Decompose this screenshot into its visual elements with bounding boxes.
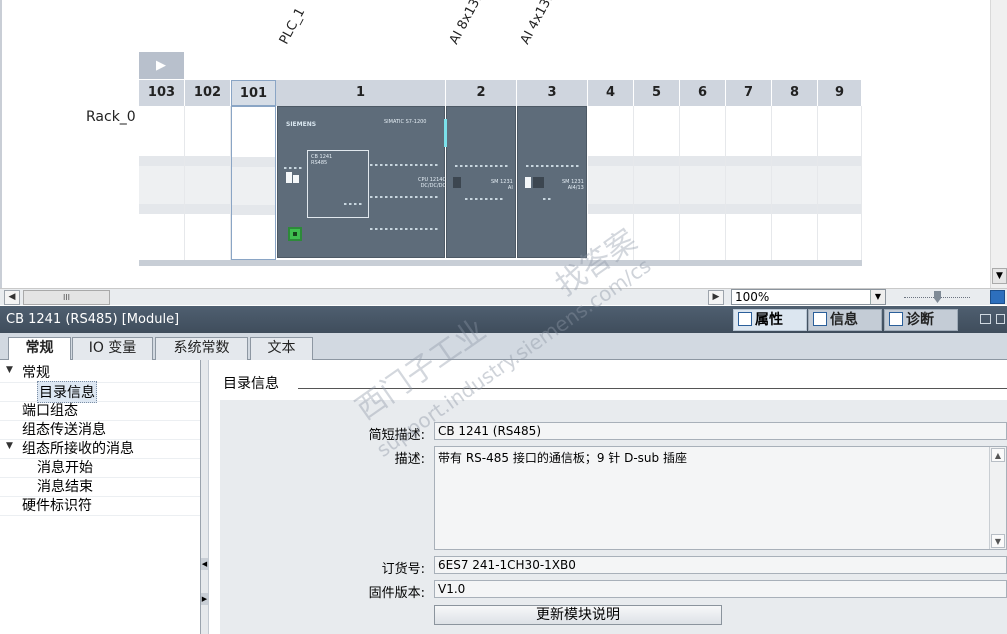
overview-icon[interactable]	[990, 290, 1005, 304]
zoom-slider-handle[interactable]	[934, 291, 941, 303]
slot-7[interactable]	[726, 106, 772, 260]
rack-rail	[139, 260, 862, 266]
slot-101[interactable]	[231, 106, 276, 260]
desc-scrollbar[interactable]: ▲ ▼	[989, 447, 1006, 549]
device-label-ai4[interactable]: AI 4x13B	[518, 0, 559, 47]
chevron-down-icon[interactable]: ▼	[870, 290, 885, 304]
slot-header-7[interactable]: 7	[726, 80, 772, 106]
tab-system-constants[interactable]: 系统常数	[155, 337, 248, 360]
vertical-scrollbar[interactable]: ▼	[990, 0, 1007, 288]
desc-field[interactable]: 带有 RS-485 接口的通信板；9 针 D-sub 插座 ▲ ▼	[434, 446, 1007, 550]
slot-header-6[interactable]: 6	[680, 80, 726, 106]
update-module-button[interactable]: 更新模块说明	[434, 605, 722, 625]
nav-tree: ▼ 常规 目录信息 端口组态 组态传送消息 ▼ 组态所接收的消息 消息开始 消息…	[0, 360, 201, 634]
rack-expand-button[interactable]: ▶	[139, 52, 184, 79]
device-label-ai8[interactable]: AI 8x13B	[447, 0, 488, 47]
view-edge	[0, 0, 2, 288]
info-icon	[813, 312, 827, 326]
tab-info[interactable]: 信息	[808, 309, 882, 331]
section-title: 目录信息	[223, 376, 279, 392]
device-view[interactable]: PLC_1 AI 8x13B AI 4x13B Rack_0 ▶ 103 102…	[0, 0, 1007, 288]
sm-module-slot-3[interactable]: SM 1231 AI4/13	[517, 106, 587, 258]
expand-down-icon[interactable]: ▼	[6, 365, 13, 375]
tree-item-hw-id[interactable]: 硬件标识符	[22, 495, 92, 515]
slot-header-1[interactable]: 1	[276, 80, 446, 106]
siemens-logo: SIEMENS	[286, 121, 317, 128]
slot-header-2[interactable]: 2	[446, 80, 517, 106]
slot-header-5[interactable]: 5	[634, 80, 680, 106]
properties-content: 目录信息 简短描述: CB 1241 (RS485) 描述: 带有 RS-485…	[210, 360, 1007, 634]
expand-right-icon[interactable]: ▶	[201, 593, 208, 605]
scroll-down-icon[interactable]: ▼	[991, 534, 1005, 548]
scroll-up-icon[interactable]: ▲	[991, 448, 1005, 462]
scroll-left-icon[interactable]: ◀	[4, 290, 20, 305]
cb-board-label: CB 1241 RS485	[311, 154, 333, 166]
short-desc-field[interactable]: CB 1241 (RS485)	[434, 422, 1007, 440]
restore-icon[interactable]	[980, 314, 991, 324]
catalog-info-group: 简短描述: CB 1241 (RS485) 描述: 带有 RS-485 接口的通…	[220, 400, 1007, 634]
zoom-select[interactable]: 100% ▼	[731, 289, 886, 305]
cpu-module[interactable]: SIEMENS SIMATIC S7-1200 CB 1241 RS485 CP…	[277, 106, 446, 258]
tab-io-tags[interactable]: IO 变量	[72, 337, 153, 360]
slot-6[interactable]	[680, 106, 726, 260]
slot-8[interactable]	[772, 106, 818, 260]
slot-5[interactable]	[634, 106, 680, 260]
tree-item-port-config[interactable]: 端口组态	[22, 400, 78, 420]
slot-header-103[interactable]: 103	[139, 80, 185, 106]
desc-text: 带有 RS-485 接口的通信板；9 针 D-sub 插座	[438, 451, 687, 465]
split-icon[interactable]	[996, 314, 1005, 324]
collapse-left-icon[interactable]: ◀	[201, 558, 208, 570]
tab-texts[interactable]: 文本	[250, 337, 313, 360]
slot-header-8[interactable]: 8	[772, 80, 818, 106]
slot-header-3[interactable]: 3	[517, 80, 588, 106]
view-toolbar: ◀ III ▶ 100% ▼	[0, 288, 1007, 305]
cpu-model-label: CPU 1214C DC/DC/DC	[418, 177, 446, 189]
properties-icon	[738, 312, 752, 326]
tab-diagnostics[interactable]: 诊断	[884, 309, 958, 331]
slot-103[interactable]	[139, 106, 185, 260]
order-label: 订货号:	[381, 562, 425, 577]
sm-module-slot-2[interactable]: SM 1231 AI	[444, 106, 516, 258]
diagnostics-icon	[889, 312, 903, 326]
properties-tabstrip: 常规 IO 变量 系统常数 文本	[0, 333, 1007, 361]
slot-4[interactable]	[588, 106, 634, 260]
triangle-right-icon: ▶	[156, 58, 166, 73]
tree-item-general[interactable]: 常规	[22, 362, 50, 382]
rack-label: Rack_0	[86, 109, 136, 125]
ethernet-port-icon	[288, 227, 302, 241]
tree-item-config-transfer[interactable]: 组态传送消息	[22, 419, 106, 439]
product-line-label: SIMATIC S7-1200	[384, 119, 427, 125]
scroll-down-icon[interactable]: ▼	[992, 268, 1007, 284]
module-title: CB 1241 (RS485) [Module]	[6, 312, 180, 327]
firmware-label: 固件版本:	[368, 586, 425, 601]
sm1-model-label: SM 1231 AI	[491, 179, 513, 191]
pane-splitter[interactable]: ◀ ▶	[201, 360, 209, 634]
slot-header-101[interactable]: 101	[231, 80, 276, 106]
tree-item-msg-end[interactable]: 消息结束	[37, 476, 93, 496]
scroll-right-icon[interactable]: ▶	[708, 290, 724, 305]
horizontal-scroll-thumb[interactable]: III	[23, 290, 110, 305]
slot-header-102[interactable]: 102	[185, 80, 231, 106]
section-divider	[298, 388, 1007, 389]
zoom-value: 100%	[735, 290, 770, 304]
desc-label: 描述:	[394, 452, 425, 467]
communication-board[interactable]: CB 1241 RS485	[307, 150, 369, 218]
properties-header: CB 1241 (RS485) [Module] 属性 信息 诊断	[0, 306, 1007, 333]
slot-header-9[interactable]: 9	[818, 80, 862, 106]
sm2-model-label: SM 1231 AI4/13	[562, 179, 584, 191]
tree-item-config-receive[interactable]: 组态所接收的消息	[22, 438, 134, 458]
expand-down-icon[interactable]: ▼	[6, 441, 13, 451]
slot-102[interactable]	[185, 106, 231, 260]
order-number-field[interactable]: 6ES7 241-1CH30-1XB0	[434, 556, 1007, 574]
device-label-plc[interactable]: PLC_1	[277, 6, 309, 47]
short-desc-label: 简短描述:	[368, 428, 425, 443]
slot-header-4[interactable]: 4	[588, 80, 634, 106]
tree-item-msg-start[interactable]: 消息开始	[37, 457, 93, 477]
tab-general[interactable]: 常规	[8, 337, 71, 361]
slot-9[interactable]	[818, 106, 862, 260]
firmware-field[interactable]: V1.0	[434, 580, 1007, 598]
tab-properties[interactable]: 属性	[733, 309, 807, 331]
